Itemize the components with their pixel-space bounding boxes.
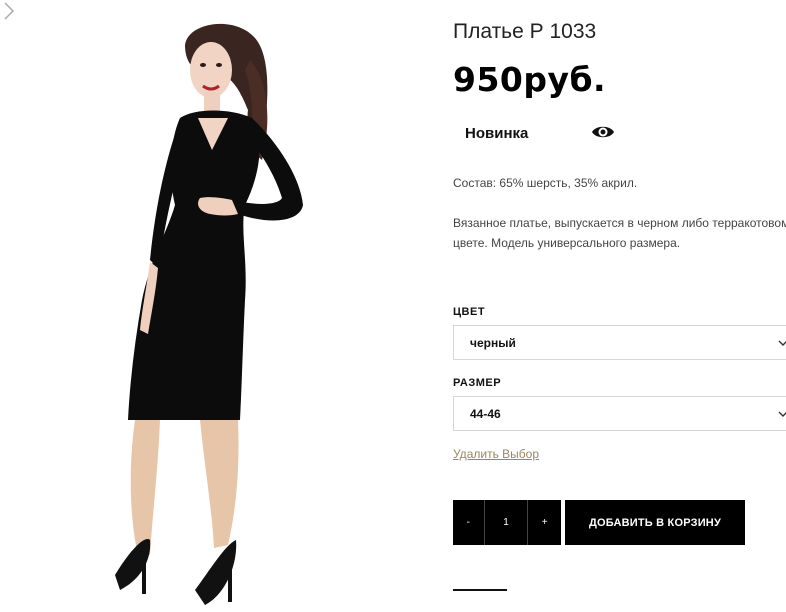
size-label: РАЗМЕР xyxy=(453,377,502,389)
size-select-value: 44-46 xyxy=(470,407,501,421)
quantity-input[interactable]: 1 xyxy=(485,500,529,545)
product-description: Вязанное платье, выпускается в черном ли… xyxy=(453,216,786,250)
chevron-right-icon[interactable] xyxy=(0,0,18,22)
color-select[interactable]: черный xyxy=(453,325,786,360)
product-composition: Состав: 65% шерсть, 35% акрил. xyxy=(453,176,638,190)
chevron-down-icon xyxy=(778,411,786,417)
quantity-stepper: - 1 + xyxy=(453,500,561,545)
tab-indicator xyxy=(453,589,507,591)
product-photo[interactable] xyxy=(0,0,410,612)
add-to-cart-button[interactable]: ДОБАВИТЬ В КОРЗИНУ xyxy=(565,500,745,545)
product-gallery xyxy=(0,0,410,612)
color-select-value: черный xyxy=(470,336,516,350)
quantity-increase-button[interactable]: + xyxy=(528,500,561,545)
color-label: ЦВЕТ xyxy=(453,306,486,318)
product-price: 950руб. xyxy=(453,60,607,99)
eye-icon[interactable] xyxy=(591,122,615,142)
quantity-decrease-button[interactable]: - xyxy=(453,500,485,545)
new-badge: Новинка xyxy=(465,125,529,142)
product-title: Платье Р 1033 xyxy=(453,20,597,43)
reset-selection-link[interactable]: Удалить Выбор xyxy=(453,447,539,461)
product-summary: Платье Р 1033 950руб. Новинка Состав: 65… xyxy=(453,0,786,612)
chevron-down-icon xyxy=(778,340,786,346)
size-select[interactable]: 44-46 xyxy=(453,396,786,431)
